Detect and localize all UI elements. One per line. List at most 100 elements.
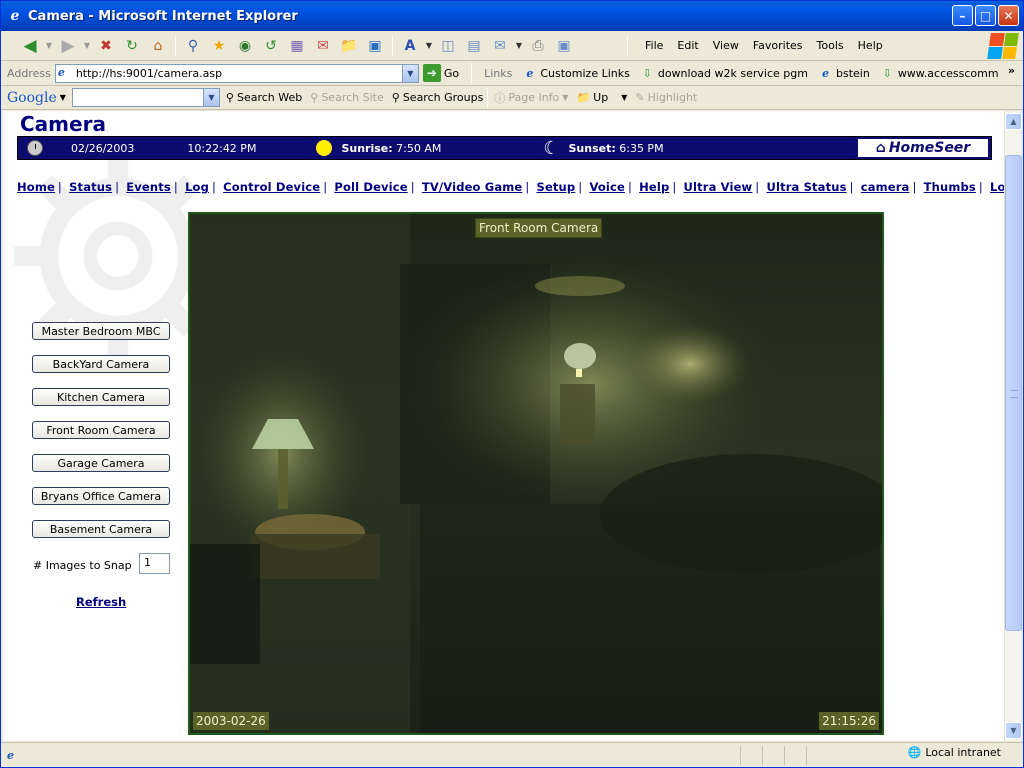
status-bar: e 🌐 Local intranet [1,742,1023,767]
nav-log[interactable]: Log [185,180,209,194]
menu-view[interactable]: View [706,37,746,54]
google-search-dropdown-icon[interactable]: ▼ [202,89,219,106]
camera-feed: Front Room Camera 2003-02-26 21:15:26 [188,212,884,735]
mail-icon[interactable]: ✉ [312,35,334,57]
highlight-button[interactable]: ✎ Highlight [635,91,697,104]
menu-file[interactable]: File [638,37,670,54]
scrollbar-thumb[interactable] [1005,155,1022,631]
nav-divider: | [410,180,415,194]
mail-dropdown-icon[interactable]: ▼ [515,35,523,57]
mail-options-icon[interactable]: ✉ [489,35,511,57]
snap-count-input[interactable]: 1 [139,553,170,574]
go-button[interactable]: ➔ Go [422,64,459,82]
sunset: Sunset: 6:35 PM [568,142,663,155]
google-search-input[interactable]: ▼ [71,88,220,107]
nav-camera[interactable]: camera [861,180,910,194]
paste-icon[interactable]: ▤ [463,35,485,57]
nav-thumbs[interactable]: Thumbs [924,180,976,194]
search-site-button[interactable]: ⚲ Search Site [310,91,383,104]
sunset-value: 6:35 PM [619,141,664,155]
page-info-button[interactable]: ⓘ Page Info ▼ [494,90,568,106]
link-accesscomm[interactable]: ⇩ www.accesscomm [880,66,999,81]
nav-events[interactable]: Events [126,180,171,194]
menu-favorites[interactable]: Favorites [746,37,810,54]
menu-tools[interactable]: Tools [810,37,851,54]
nav-divider: | [211,180,217,194]
refresh-link[interactable]: Refresh [76,595,126,609]
refresh-icon[interactable]: ↻ [121,35,143,57]
nav-status[interactable]: Status [69,180,112,194]
address-input[interactable]: e http://hs:9001/camera.asp ▼ [54,63,419,83]
nav-poll-device[interactable]: Poll Device [334,180,407,194]
messenger-icon[interactable]: ▦ [286,35,308,57]
font-dropdown-icon[interactable]: ▼ [425,35,433,57]
media-icon[interactable]: ◉ [234,35,256,57]
site-search-icon: ⚲ [310,91,319,104]
nav-home[interactable]: Home [17,180,55,194]
font-size-icon[interactable]: A [399,35,421,57]
nav-voice[interactable]: Voice [589,180,624,194]
nav-help[interactable]: Help [639,180,669,194]
link-customize-links[interactable]: e Customize Links [522,66,630,81]
search-groups-button[interactable]: ⚲ Search Groups [392,91,484,104]
scroll-up-icon[interactable]: ▲ [1005,113,1022,130]
up-button[interactable]: 📁 Up ▼ [576,91,627,104]
chevron-right-icon[interactable]: » [1008,64,1015,77]
print-icon[interactable]: ⎙ [527,35,549,57]
search-icon[interactable]: ⚲ [182,35,204,57]
back-icon[interactable]: ◀ [19,35,41,57]
camera-button-front-room[interactable]: Front Room Camera [32,421,170,439]
page-status-icon: e [7,748,14,762]
back-dropdown-icon[interactable]: ▼ [45,35,53,57]
current-time: 10:22:42 PM [187,141,257,155]
link-bstein[interactable]: e bstein [818,66,870,81]
nav-control-device[interactable]: Control Device [223,180,320,194]
close-button[interactable]: ✕ [998,5,1019,26]
moon-icon: ☾ [543,137,560,159]
minimize-button[interactable]: – [952,5,973,26]
nav-divider: | [755,180,760,194]
status-cell [762,745,784,765]
link-download-w2k[interactable]: ⇩ download w2k service pgm [640,66,808,81]
print-preview-icon[interactable]: ▣ [553,35,575,57]
window-icon[interactable]: ▣ [364,35,386,57]
stop-icon[interactable]: ✖ [95,35,117,57]
title-bar[interactable]: e Camera - Microsoft Internet Explorer –… [1,1,1023,31]
clock-icon [27,140,43,156]
camera-button-master-bedroom[interactable]: Master Bedroom MBC [32,322,170,340]
history-icon[interactable]: ↺ [260,35,282,57]
forward-dropdown-icon[interactable]: ▼ [83,35,91,57]
favorites-icon[interactable]: ★ [208,35,230,57]
scroll-down-icon[interactable]: ▼ [1005,722,1022,739]
vertical-scrollbar[interactable]: ▲ ▼ [1004,111,1022,741]
camera-button-kitchen[interactable]: Kitchen Camera [32,388,170,406]
folder-icon[interactable]: 📁 [338,35,360,57]
google-logo[interactable]: Google ▼ [7,90,66,106]
homeseer-logo[interactable]: ⌂ HomeSeer [857,138,989,158]
up-dropdown-icon[interactable]: ▼ [621,93,627,102]
search-web-button[interactable]: ⚲ Search Web [226,91,302,104]
nav-ultra-view[interactable]: Ultra View [684,180,753,194]
nav-tv-video-game[interactable]: TV/Video Game [422,180,522,194]
camera-button-backyard[interactable]: BackYard Camera [32,355,170,373]
menu-edit[interactable]: Edit [670,37,705,54]
menu-help[interactable]: Help [851,37,890,54]
forward-icon[interactable]: ▶ [57,35,79,57]
page-info-dropdown-icon[interactable]: ▼ [562,93,568,102]
address-dropdown-icon[interactable]: ▼ [401,64,418,82]
camera-button-basement[interactable]: Basement Camera [32,520,170,538]
nav-ultra-status[interactable]: Ultra Status [766,180,846,194]
ie-window: e Camera - Microsoft Internet Explorer –… [0,0,1024,768]
nav-log-out[interactable]: Log Out [990,180,1004,194]
folder-up-icon: 📁 [576,91,591,104]
address-url[interactable]: http://hs:9001/camera.asp [76,67,402,80]
copy-icon[interactable]: ◫ [437,35,459,57]
home-icon[interactable]: ⌂ [147,35,169,57]
ie-logo-icon: e [10,8,20,24]
nav-setup[interactable]: Setup [537,180,576,194]
camera-button-garage[interactable]: Garage Camera [32,454,170,472]
maximize-button[interactable]: □ [975,5,996,26]
google-dropdown-icon[interactable]: ▼ [60,93,66,102]
camera-button-bryans-office[interactable]: Bryans Office Camera [32,487,170,505]
binoculars-icon: ⚲ [225,91,234,104]
